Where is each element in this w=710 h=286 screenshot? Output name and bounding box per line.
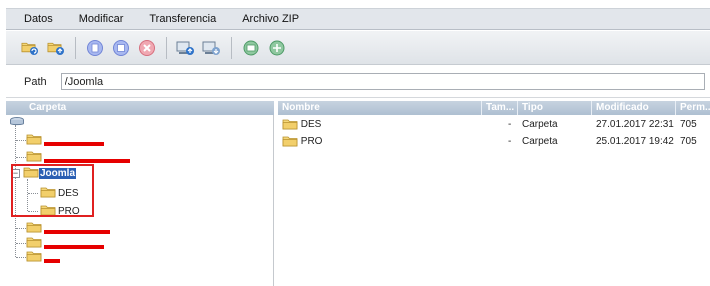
folder-icon — [26, 150, 42, 165]
delete-icon[interactable] — [137, 38, 156, 57]
folder-icon — [282, 118, 298, 130]
folder-icon — [26, 250, 42, 265]
col-tipo[interactable]: Tipo — [518, 101, 592, 115]
file-name-cell: PRO — [282, 135, 322, 148]
file-modified: 25.01.2017 19:42 — [596, 136, 674, 147]
tree-root[interactable] — [9, 117, 25, 130]
menu-bar: Datos Modificar Transferencia Archivo ZI… — [6, 8, 710, 30]
file-name: DES — [300, 119, 322, 130]
zip-create-icon[interactable] — [267, 38, 286, 57]
redacted-label — [44, 258, 60, 263]
tree-node-redacted[interactable] — [26, 251, 60, 264]
col-perm[interactable]: Perm... — [676, 101, 710, 115]
file-name: PRO — [300, 136, 323, 147]
folder-icon — [26, 133, 42, 148]
copy-icon[interactable] — [85, 38, 104, 57]
tree-branch — [16, 243, 26, 244]
redacted-label — [44, 141, 104, 146]
file-size: - — [508, 136, 512, 147]
paste-icon[interactable] — [111, 38, 130, 57]
tree-branch — [16, 140, 26, 141]
col-nombre[interactable]: Nombre — [278, 101, 482, 115]
folder-refresh-icon[interactable] — [20, 38, 39, 57]
file-name-cell: DES — [282, 118, 321, 131]
path-bar: Path — [6, 66, 710, 98]
folder-icon — [26, 236, 42, 251]
col-modificado[interactable]: Modificado — [592, 101, 676, 115]
tree-node-redacted[interactable] — [26, 134, 104, 147]
path-label: Path — [24, 75, 47, 88]
tree-branch — [16, 257, 26, 258]
path-input[interactable] — [60, 73, 705, 90]
download-server-icon[interactable] — [202, 38, 221, 57]
tree-node-redacted[interactable] — [26, 222, 110, 235]
tree-node-redacted[interactable] — [26, 151, 130, 164]
redacted-label — [44, 229, 110, 234]
menu-modificar[interactable]: Modificar — [79, 13, 124, 25]
table-row[interactable]: PRO - Carpeta 25.01.2017 19:42 705 — [278, 135, 710, 148]
drive-icon — [9, 116, 25, 131]
toolbar-separator — [75, 36, 76, 59]
folder-icon — [282, 135, 298, 147]
menu-archivo-zip[interactable]: Archivo ZIP — [242, 13, 299, 25]
annotation-highlight-box — [11, 164, 94, 217]
folder-tree-header: Carpeta — [6, 101, 274, 115]
menu-datos[interactable]: Datos — [24, 13, 53, 25]
file-perm: 705 — [680, 136, 697, 147]
toolbar — [6, 31, 710, 65]
table-row[interactable]: DES - Carpeta 27.01.2017 22:31 705 — [278, 118, 710, 131]
file-type: Carpeta — [522, 119, 558, 130]
file-list-header: Nombre Tam... Tipo Modificado Perm... — [278, 101, 710, 115]
file-type: Carpeta — [522, 136, 558, 147]
file-modified: 27.01.2017 22:31 — [596, 119, 674, 130]
file-list: DES - Carpeta 27.01.2017 22:31 705 PRO -… — [278, 115, 710, 286]
menu-transferencia[interactable]: Transferencia — [149, 13, 216, 25]
toolbar-separator — [231, 36, 232, 59]
folder-upload-icon[interactable] — [46, 38, 65, 57]
toolbar-separator — [166, 36, 167, 59]
file-perm: 705 — [680, 119, 697, 130]
tree-branch — [16, 157, 26, 158]
tree-branch — [16, 228, 26, 229]
folder-icon — [26, 221, 42, 236]
zip-extract-icon[interactable] — [241, 38, 260, 57]
upload-server-icon[interactable] — [176, 38, 195, 57]
file-size: - — [508, 119, 512, 130]
tree-node-redacted[interactable] — [26, 237, 104, 250]
redacted-label — [44, 244, 104, 249]
redacted-label — [44, 158, 130, 163]
col-tam[interactable]: Tam... — [482, 101, 518, 115]
